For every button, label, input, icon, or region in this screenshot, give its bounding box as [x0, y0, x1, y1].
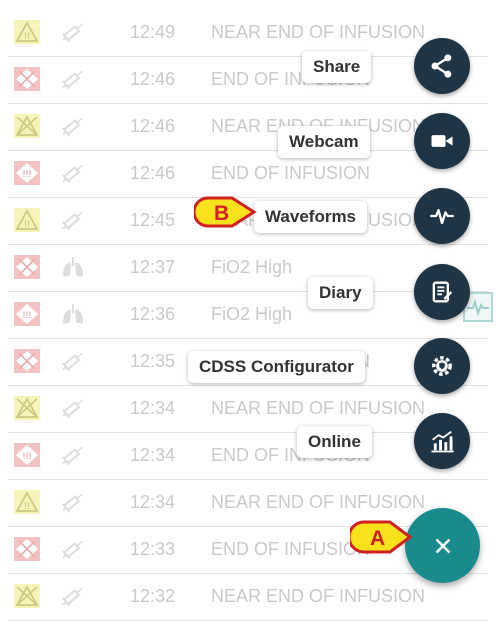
gear-shield-icon [432, 356, 452, 376]
share-icon [431, 54, 452, 78]
videocam-icon [431, 135, 453, 147]
cdss-configurator-label[interactable]: CDSS Configurator [188, 351, 365, 383]
close-icon [435, 538, 450, 553]
cdss-configurator-button[interactable] [414, 338, 470, 394]
notebook-icon [432, 281, 453, 303]
waveforms-label[interactable]: Waveforms [254, 201, 368, 233]
alarm-page: !! 12:49 NEAR END OF INFUSION 12:46 END OF I… [0, 0, 499, 621]
diary-button[interactable] [414, 264, 470, 320]
callout-b-letter: B [214, 202, 229, 225]
waveform-icon [430, 209, 454, 225]
waveforms-button[interactable] [414, 188, 470, 244]
share-label[interactable]: Share [302, 51, 372, 83]
online-button[interactable] [414, 413, 470, 469]
webcam-label[interactable]: Webcam [278, 126, 370, 158]
callout-a: A [350, 520, 413, 554]
chart-icon [431, 430, 454, 453]
callout-a-letter: A [370, 527, 385, 550]
webcam-button[interactable] [414, 113, 470, 169]
menu-close-button[interactable] [405, 508, 480, 583]
callout-b: B [194, 196, 257, 228]
online-label[interactable]: Online [297, 426, 372, 458]
share-button[interactable] [414, 38, 470, 94]
diary-label[interactable]: Diary [308, 277, 373, 309]
